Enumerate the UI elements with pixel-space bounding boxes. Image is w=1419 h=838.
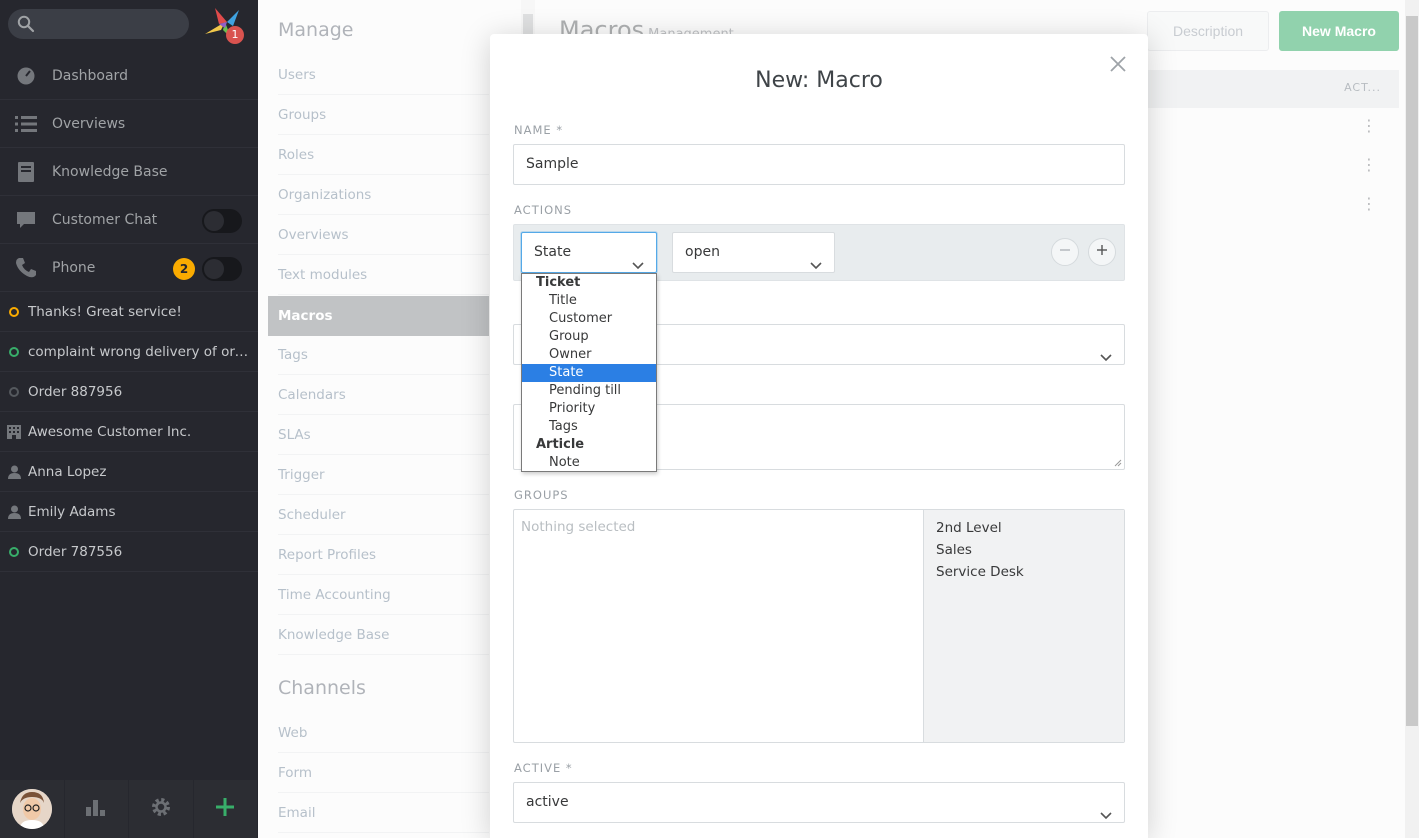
ticket-status-icon <box>0 386 28 397</box>
main-sidebar: 1 Dashboard Overviews Knowledge Base Cus… <box>0 0 258 838</box>
dropdown-option[interactable]: Owner <box>522 346 656 364</box>
nav-label: Overviews <box>52 115 126 132</box>
dropdown-option[interactable]: Note <box>522 454 656 472</box>
phone-count-badge: 2 <box>173 258 195 280</box>
phone-toggle[interactable] <box>202 257 242 281</box>
task-item[interactable]: Anna Lopez <box>0 452 258 492</box>
minus-icon <box>1060 249 1070 251</box>
user-icon <box>0 465 28 479</box>
user-icon <box>0 505 28 519</box>
dropdown-option[interactable]: Customer <box>522 310 656 328</box>
select-value: State <box>534 244 572 260</box>
chat-icon <box>0 211 52 229</box>
chevron-down-icon <box>1100 797 1112 836</box>
chevron-down-icon <box>1100 339 1112 378</box>
actions-label: ACTIONS <box>514 203 573 217</box>
dropdown-option[interactable]: Tags <box>522 418 656 436</box>
group-option[interactable]: 2nd Level <box>924 517 1124 539</box>
task-item[interactable]: Awesome Customer Inc. <box>0 412 258 452</box>
groups-available-list: 2nd Level Sales Service Desk <box>923 510 1124 742</box>
attribute-dropdown-list: Ticket Title Customer Group Owner State … <box>521 273 657 472</box>
nav-label: Dashboard <box>52 67 128 84</box>
active-select[interactable]: active <box>513 782 1125 823</box>
dropdown-group-article: Article <box>536 437 585 452</box>
dropdown-option-selected[interactable]: State <box>522 364 656 382</box>
select-value: open <box>685 244 720 260</box>
dropdown-option[interactable]: Pending till <box>522 382 656 400</box>
action-value-select[interactable]: open <box>672 232 835 273</box>
dropdown-option[interactable]: Priority <box>522 400 656 418</box>
task-item[interactable]: Emily Adams <box>0 492 258 532</box>
action-attribute-select[interactable]: State <box>521 232 657 273</box>
task-item[interactable]: Order 787556 <box>0 532 258 572</box>
nav-phone[interactable]: Phone 2 <box>0 244 258 292</box>
bar-chart-icon <box>86 798 106 820</box>
avatar-button[interactable] <box>0 780 65 838</box>
organization-icon <box>0 424 28 439</box>
task-label: Awesome Customer Inc. <box>28 423 192 440</box>
modal-title: New: Macro <box>755 68 883 93</box>
active-label: ACTIVE * <box>514 761 573 775</box>
book-icon <box>0 161 52 182</box>
task-label: Thanks! Great service! <box>28 303 182 320</box>
name-label: NAME * <box>514 123 564 137</box>
ticket-status-icon <box>0 546 28 557</box>
avatar <box>11 789 52 829</box>
dropdown-option[interactable]: Title <box>522 292 656 310</box>
plus-icon <box>216 798 235 820</box>
nav-label: Customer Chat <box>52 211 158 228</box>
nav-customer-chat[interactable]: Customer Chat <box>0 196 258 244</box>
phone-icon <box>0 257 52 279</box>
sidebar-footer <box>0 780 258 838</box>
task-label: Emily Adams <box>28 503 116 520</box>
dropdown-option[interactable]: Group <box>522 328 656 346</box>
dashboard-icon <box>0 66 52 86</box>
remove-action-button[interactable] <box>1051 238 1079 266</box>
groups-label: GROUPS <box>514 488 569 502</box>
nav-dashboard[interactable]: Dashboard <box>0 52 258 100</box>
nav-label: Knowledge Base <box>52 163 168 180</box>
task-label: complaint wrong delivery of ord... <box>28 343 250 360</box>
close-icon[interactable] <box>1108 54 1128 74</box>
group-option[interactable]: Sales <box>924 539 1124 561</box>
gear-icon <box>151 797 171 821</box>
nav-label: Phone <box>52 259 96 276</box>
global-search-input[interactable] <box>8 9 189 39</box>
create-new-button[interactable] <box>194 780 258 838</box>
task-item[interactable]: Thanks! Great service! <box>0 292 258 332</box>
select-value: active <box>526 794 569 810</box>
reports-button[interactable] <box>65 780 129 838</box>
plus-icon <box>1097 245 1107 255</box>
ticket-status-icon <box>0 306 28 317</box>
task-item[interactable]: complaint wrong delivery of ord... <box>0 332 258 372</box>
task-item[interactable]: Order 887956 <box>0 372 258 412</box>
list-icon <box>0 115 52 133</box>
groups-multiselect: Nothing selected 2nd Level Sales Service… <box>513 509 1125 743</box>
chevron-down-icon <box>810 247 822 286</box>
task-label: Anna Lopez <box>28 463 107 480</box>
group-option[interactable]: Service Desk <box>924 561 1124 583</box>
nav-overviews[interactable]: Overviews <box>0 100 258 148</box>
customer-chat-toggle[interactable] <box>202 209 242 233</box>
notification-badge[interactable]: 1 <box>226 26 244 44</box>
task-label: Order 887956 <box>28 383 123 400</box>
search-icon <box>17 15 35 37</box>
name-input[interactable]: Sample <box>513 144 1125 185</box>
page-scrollbar[interactable] <box>1405 0 1419 838</box>
ticket-status-icon <box>0 346 28 357</box>
groups-placeholder: Nothing selected <box>521 519 636 535</box>
task-label: Order 787556 <box>28 543 123 560</box>
settings-button[interactable] <box>129 780 194 838</box>
add-action-button[interactable] <box>1088 238 1116 266</box>
dropdown-group-ticket: Ticket <box>536 275 581 290</box>
groups-selected-area[interactable]: Nothing selected <box>514 510 923 742</box>
resize-handle-icon <box>1114 459 1122 467</box>
nav-knowledge-base[interactable]: Knowledge Base <box>0 148 258 196</box>
